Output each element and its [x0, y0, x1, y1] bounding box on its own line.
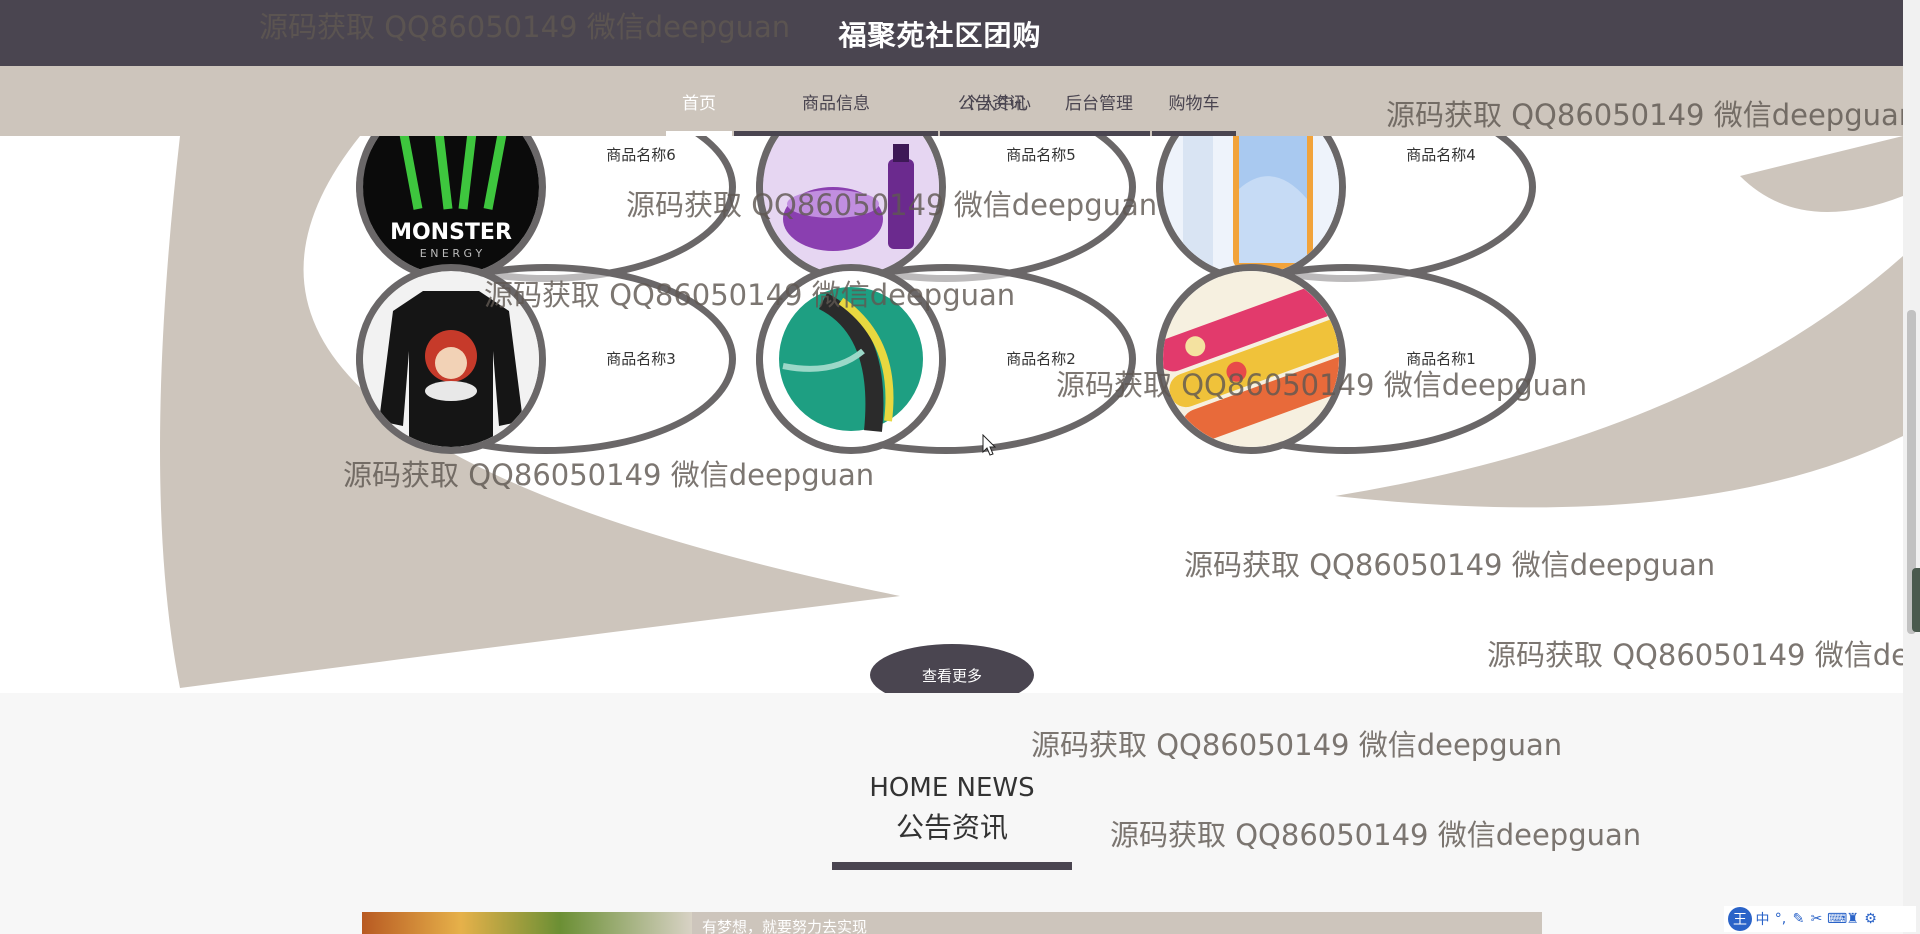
news-heading-underline [832, 862, 1072, 870]
page-scrollbar[interactable] [1903, 0, 1920, 934]
site-title: 福聚苑社区团购 [838, 19, 1042, 52]
product-name: 商品名称1 [1406, 350, 1476, 368]
side-handle[interactable] [1912, 568, 1920, 632]
nav-personal-center-label: 个人中心 [963, 93, 1031, 114]
main-nav: 首页 商品信息 公告资讯 个人中心 后台管理 购物车 [0, 66, 1903, 136]
news-heading-en: HOME NEWS [869, 773, 1035, 803]
site-header: 福聚苑社区团购 [0, 0, 1903, 66]
product-card-3[interactable]: 商品名称3 [356, 264, 746, 464]
product-name: 商品名称5 [1006, 146, 1076, 164]
products-section: MONSTER E N E R G Y 商品名称6 商品名称5 商品名称4 商品… [0, 136, 1903, 693]
pen-icon[interactable]: ✎ [1791, 911, 1806, 927]
svg-text:MONSTER: MONSTER [390, 220, 512, 245]
scissors-icon[interactable]: ✂ [1809, 911, 1824, 927]
svg-text:E N E R G Y: E N E R G Y [420, 247, 483, 260]
nav-admin[interactable]: 后台管理 [1048, 66, 1150, 136]
ime-logo-icon[interactable]: 王 [1728, 907, 1752, 931]
product-image-snacks [1156, 264, 1346, 454]
ime-language-toggle[interactable]: 中 [1755, 909, 1770, 929]
product-card-1[interactable]: 商品名称1 [1156, 264, 1546, 464]
product-card-2[interactable]: 商品名称2 [756, 264, 1146, 464]
news-thumbnail-fruit [362, 912, 692, 934]
mouse-cursor-icon [982, 434, 997, 456]
product-image-soccer-ball [756, 264, 946, 454]
skin-shirt-icon[interactable]: ♜ [1845, 911, 1860, 927]
nav-home[interactable]: 首页 [666, 66, 732, 136]
gear-icon[interactable]: ⚙ [1863, 911, 1878, 927]
news-section: HOME NEWS 公告资讯 有梦想，就要努力去实现 [0, 693, 1903, 934]
nav-personal-center[interactable]: 个人中心 [946, 66, 1048, 136]
punctuation-icon[interactable]: °, [1773, 911, 1788, 927]
news-heading-cn: 公告资讯 [895, 811, 1008, 844]
news-item[interactable]: 有梦想，就要努力去实现 [362, 912, 1542, 934]
product-name: 商品名称4 [1406, 146, 1476, 164]
product-image-shirt [356, 264, 546, 454]
keyboard-icon[interactable]: ⌨ [1827, 911, 1847, 927]
product-name: 商品名称2 [1006, 350, 1076, 368]
news-item-title: 有梦想，就要努力去实现 [702, 918, 868, 934]
ime-toolbar: 王 中 °, ✎ ✂ ⌨ ♜ ⚙ [1724, 906, 1916, 932]
nav-products[interactable]: 商品信息 [734, 66, 938, 136]
product-name: 商品名称6 [606, 146, 676, 164]
news-heading: HOME NEWS 公告资讯 [832, 768, 1072, 870]
product-name: 商品名称3 [606, 350, 676, 368]
nav-cart[interactable]: 购物车 [1152, 66, 1236, 136]
